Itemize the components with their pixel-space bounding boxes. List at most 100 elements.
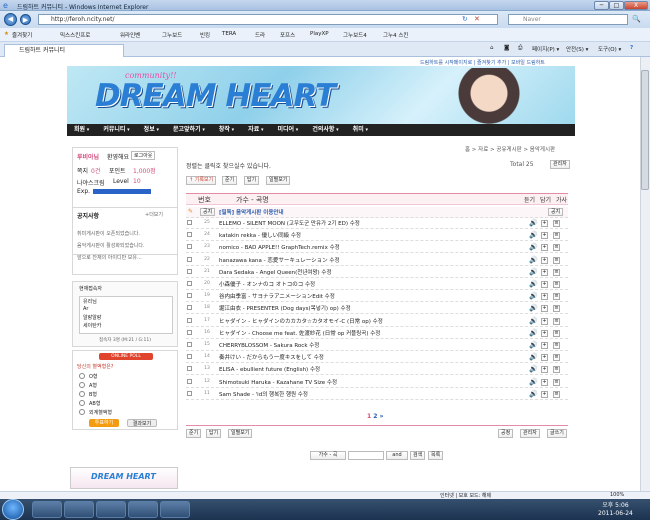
bottom-button[interactable]: 준기	[186, 429, 202, 438]
print-icon[interactable]: ⎙	[518, 45, 522, 52]
search-field-select[interactable]: 가수 - 곡	[310, 451, 346, 460]
row-title[interactable]: CHERRYBLOSSOM - Sakura Rock 수정	[219, 341, 319, 349]
admin-button[interactable]: 관리자	[550, 160, 570, 169]
speaker-icon[interactable]: 🔊	[529, 243, 538, 251]
lyric-icon[interactable]: ≡	[553, 256, 560, 264]
table-row[interactable]: 22 hanazawa kana - 恋愛サーキュレーション 수정 🔊 + ≡	[186, 255, 568, 266]
logout-button[interactable]: 로그아웃	[131, 151, 156, 160]
speaker-icon[interactable]: 🔊	[529, 292, 538, 300]
speaker-icon[interactable]: 🔊	[529, 378, 538, 386]
add-icon[interactable]: +	[541, 390, 548, 398]
table-row[interactable]: 19 谷内由季富 - サヨナラアニメーションEdit 수정 🔊 + ≡	[186, 291, 568, 303]
page-link[interactable]: 2	[373, 413, 377, 420]
add-icon[interactable]: +	[541, 220, 548, 227]
row-checkbox[interactable]	[187, 390, 192, 396]
search-and-select[interactable]: and	[386, 451, 408, 460]
lyric-icon[interactable]: ≡	[553, 244, 560, 252]
lyric-icon[interactable]: ≡	[553, 232, 560, 240]
row-checkbox[interactable]	[187, 281, 192, 286]
minimize-button[interactable]: ─	[594, 1, 609, 10]
board-search-button[interactable]: 검색	[410, 451, 426, 460]
lyric-icon[interactable]: ≡	[553, 281, 560, 288]
lyric-icon[interactable]: ≡	[553, 366, 560, 374]
row-checkbox[interactable]	[187, 317, 192, 323]
row-title[interactable]: Dara Sedaka - Angel Queen(천년여왕) 수정	[219, 268, 332, 276]
bottom-button[interactable]: 답기	[206, 429, 222, 438]
add-icon[interactable]: +	[541, 366, 548, 374]
menu-data[interactable]: 자료	[241, 124, 270, 136]
row-title[interactable]: Sam Shade - 'id의 행복한 행원 수정	[219, 390, 308, 398]
notice-item[interactable]: 음악게시판이 활성화되었습니다.	[77, 242, 145, 249]
online-user[interactable]: 세이탄카	[83, 322, 101, 329]
system-clock[interactable]: 오후 5:06 2011-06-24	[598, 502, 633, 518]
bottom-button[interactable]: 공정	[498, 429, 514, 438]
table-row[interactable]: 24 katakin rekka - 優しい同級 수정 🔊 + ≡	[186, 230, 568, 242]
table-row[interactable]: 25 ELLEMO - SILENT MOON (고우도군 만유가 2기 ED) …	[186, 218, 568, 229]
bottom-button[interactable]: 일별보기	[228, 429, 253, 438]
fav-item[interactable]: 빈킹	[200, 31, 210, 39]
cmd-tools[interactable]: 도구(O) ▾	[598, 45, 621, 53]
media-taskbar-icon[interactable]	[96, 501, 126, 518]
add-icon[interactable]: +	[541, 305, 548, 313]
row-checkbox[interactable]	[187, 220, 192, 225]
lyric-icon[interactable]: ≡	[553, 293, 560, 301]
add-icon[interactable]: +	[541, 232, 548, 240]
fav-item[interactable]: 그누4 스킨	[383, 31, 409, 39]
add-icon[interactable]: +	[541, 342, 548, 349]
table-row[interactable]: 18 堀江由衣 - PRESENTER (Dog days(목넣기) op) 수정…	[186, 303, 568, 315]
speaker-icon[interactable]: 🔊	[529, 341, 538, 349]
speaker-icon[interactable]: 🔊	[529, 256, 538, 264]
refresh-icon[interactable]: ↻	[462, 15, 468, 23]
row-title[interactable]: Shimotsuki Haruka - Kazahane TV Size 수정	[219, 378, 337, 386]
row-title[interactable]: nomico - BAD APPLE!! GraphTech.remix 수정	[219, 243, 340, 251]
add-icon[interactable]: +	[541, 329, 548, 337]
add-icon[interactable]: +	[541, 378, 548, 386]
menu-media[interactable]: 미디어	[270, 124, 305, 136]
menu-community[interactable]: 커뮤니티	[96, 124, 136, 136]
speaker-icon[interactable]: 🔊	[529, 353, 538, 361]
row-checkbox[interactable]	[187, 268, 192, 274]
row-title[interactable]: 小森優子 - オンナのコ オトコのコ 수정	[219, 280, 315, 288]
table-row[interactable]: 15 CHERRYBLOSSOM - Sakura Rock 수정 🔊 + ≡	[186, 340, 568, 351]
ie-taskbar-icon[interactable]	[32, 501, 62, 518]
cmd-page[interactable]: 페이지(P) ▾	[532, 45, 559, 53]
row-checkbox[interactable]	[187, 293, 192, 299]
menu-suggest[interactable]: 건의사항	[305, 124, 345, 136]
back-icon[interactable]: ◀	[4, 13, 17, 26]
col-title[interactable]: 가수 - 곡명	[236, 195, 269, 205]
row-checkbox[interactable]	[187, 354, 192, 360]
online-user[interactable]: 유리님	[83, 298, 97, 305]
row-checkbox[interactable]	[187, 378, 192, 384]
page-link[interactable]: 1	[367, 413, 371, 420]
poll-result-button[interactable]: 결과보기	[127, 419, 157, 427]
table-row[interactable]: 21 Dara Sedaka - Angel Queen(천년여왕) 수정 🔊 + ≡	[186, 267, 568, 278]
rss-icon[interactable]: ◙	[504, 45, 509, 51]
speaker-icon[interactable]: 🔊	[529, 390, 538, 398]
menu-hobby[interactable]: 취미	[346, 124, 375, 136]
board-list-button[interactable]: 목록	[428, 451, 444, 460]
stop-icon[interactable]: ✕	[474, 15, 480, 23]
scroll-thumb[interactable]	[641, 70, 649, 190]
add-icon[interactable]: +	[541, 281, 548, 288]
menu-library[interactable]: 문고앞하기	[166, 124, 212, 136]
table-row[interactable]: 11 Sam Shade - 'id의 행복한 행원 수정 🔊 + ≡	[186, 389, 568, 400]
row-title[interactable]: ELISA - ebullient future (English) 수정	[219, 365, 320, 373]
lyric-icon[interactable]: ≡	[553, 342, 560, 349]
top-links[interactable]: 드림하트를 시작페이지로 | 즐겨찾기 추가 | 모바일 드림하트	[420, 59, 545, 66]
table-row[interactable]: 23 nomico - BAD APPLE!! GraphTech.remix 수…	[186, 242, 568, 254]
side-banner[interactable]: DREAM HEART	[70, 467, 178, 489]
row-title[interactable]: ヒャダイン - Choose me feat. 佐渡紗花 (日常 op 커플링곡…	[219, 329, 380, 337]
table-row[interactable]: 20 小森優子 - オンナのコ オトコのコ 수정 🔊 + ≡	[186, 279, 568, 290]
speaker-icon[interactable]: 🔊	[529, 231, 538, 239]
online-user[interactable]: Ar	[83, 306, 88, 312]
vote-button[interactable]: 투표하기	[89, 419, 119, 427]
lyric-icon[interactable]: ≡	[553, 305, 560, 313]
add-icon[interactable]: +	[541, 354, 548, 362]
cmd-safety[interactable]: 안전(S) ▾	[566, 45, 588, 53]
row-title[interactable]: ELLEMO - SILENT MOON (고우도군 만유가 2기 ED) 수정	[219, 219, 360, 227]
speaker-icon[interactable]: 🔊	[529, 365, 538, 373]
row-title[interactable]: 谷内由季富 - サヨナラアニメーションEdit 수정	[219, 292, 335, 300]
add-icon[interactable]: +	[541, 293, 548, 301]
lyric-icon[interactable]: ≡	[553, 220, 560, 227]
lyric-icon[interactable]: ≡	[553, 317, 560, 325]
